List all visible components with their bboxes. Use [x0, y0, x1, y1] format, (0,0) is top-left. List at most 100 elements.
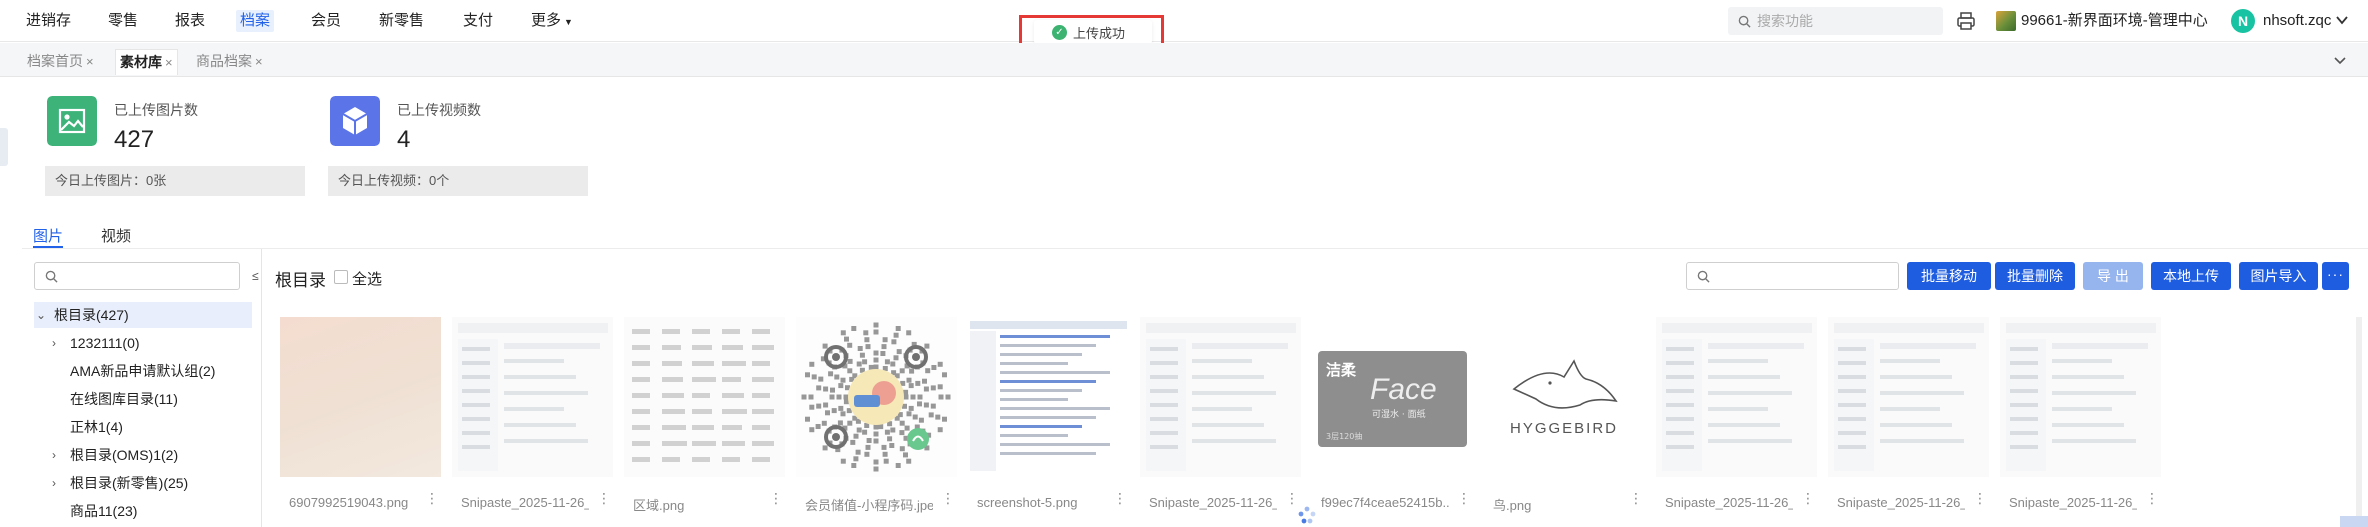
- stat-value: 427: [114, 126, 155, 153]
- select-all-checkbox[interactable]: [334, 270, 348, 284]
- tab-label: 档案首页: [27, 53, 83, 69]
- tree-item[interactable]: 商品11(23): [34, 498, 252, 524]
- chevron-down-icon[interactable]: [2333, 55, 2347, 67]
- chevron-down-icon[interactable]: [2335, 13, 2349, 27]
- tree-item[interactable]: AMA新品申请默认组(2): [34, 358, 252, 384]
- image-card[interactable]: 区域.png ⋮: [624, 317, 785, 527]
- tab-archive-home[interactable]: 档案首页 ×: [23, 49, 98, 75]
- grid-scrollbar[interactable]: [2356, 317, 2362, 527]
- image-thumbnail[interactable]: [796, 317, 957, 477]
- image-thumbnail[interactable]: [452, 317, 613, 477]
- image-thumbnail[interactable]: [1656, 317, 1817, 477]
- tree-item[interactable]: › 根目录(新零售)(25): [34, 470, 252, 496]
- tab-images[interactable]: 图片: [33, 225, 63, 246]
- image-thumbnail[interactable]: [280, 317, 441, 477]
- side-drawer-handle[interactable]: [0, 128, 8, 166]
- chevron-right-icon[interactable]: ›: [52, 330, 56, 356]
- nav-item-retail[interactable]: 零售: [104, 10, 142, 32]
- more-vertical-icon[interactable]: ⋮: [1973, 491, 1987, 505]
- local-upload-button[interactable]: 本地上传: [2151, 262, 2231, 290]
- image-filename: Snipaste_2025-11-26_...: [461, 495, 589, 510]
- more-vertical-icon[interactable]: ⋮: [2145, 491, 2159, 505]
- loading-spinner-icon: [1298, 506, 1316, 524]
- tree-item[interactable]: 在线图库目录(11): [34, 386, 252, 412]
- close-icon[interactable]: ×: [86, 54, 94, 69]
- nav-more-label: 更多: [531, 12, 562, 29]
- stat-today: 今日上传视频：0个: [328, 166, 588, 196]
- image-card[interactable]: 6907992519043.png ⋮: [280, 317, 441, 527]
- image-card[interactable]: 会员储值-小程序码.jpeg ⋮: [796, 317, 957, 527]
- batch-delete-button[interactable]: 批量删除: [1995, 262, 2075, 290]
- nav-item-archive[interactable]: 档案: [236, 10, 275, 32]
- close-icon[interactable]: ×: [165, 55, 173, 70]
- more-vertical-icon[interactable]: ⋮: [769, 491, 783, 505]
- avatar[interactable]: N: [2231, 9, 2255, 33]
- function-search-input[interactable]: 搜索功能: [1728, 7, 1943, 35]
- user-menu[interactable]: nhsoft.zqc: [2263, 11, 2331, 31]
- image-search-input[interactable]: [1686, 262, 1899, 290]
- chevron-right-icon[interactable]: ›: [52, 470, 56, 496]
- more-vertical-icon[interactable]: ⋮: [1801, 491, 1815, 505]
- image-card[interactable]: 洁柔 Face 可湿水 · 面纸 3层120抽 f99ec7f4ceae52415b..…: [1312, 317, 1473, 527]
- close-icon[interactable]: ×: [255, 54, 263, 69]
- image-import-button[interactable]: 图片导入: [2239, 262, 2318, 290]
- image-thumbnail[interactable]: [624, 317, 785, 477]
- collapse-panel-icon[interactable]: ≤: [252, 269, 259, 283]
- toast-message: 上传成功: [1073, 25, 1126, 41]
- image-card[interactable]: HYGGEBIRD 鸟.png ⋮: [1484, 317, 1645, 527]
- tree-item-label: AMA新品申请默认组(2): [70, 363, 216, 379]
- printer-icon[interactable]: [1956, 11, 1976, 31]
- nav-item-members[interactable]: 会员: [307, 10, 345, 32]
- image-card[interactable]: Snipaste_2025-11-26_... ⋮: [1140, 317, 1301, 527]
- more-vertical-icon[interactable]: ⋮: [425, 491, 439, 505]
- tab-product-archive[interactable]: 商品档案 ×: [192, 49, 267, 75]
- chevron-down-icon[interactable]: ⌄: [36, 302, 46, 328]
- qr-code-thumbnail: [796, 317, 957, 477]
- tab-videos[interactable]: 视频: [101, 225, 131, 246]
- tab-label: 商品档案: [196, 53, 252, 69]
- image-filename: 会员储值-小程序码.jpeg: [805, 498, 933, 513]
- nav-item-inventory[interactable]: 进销存: [22, 10, 75, 32]
- screenshot-thumbnail: [1140, 317, 1301, 477]
- screenshot-thumbnail: [452, 317, 613, 477]
- nav-item-new-retail[interactable]: 新零售: [375, 10, 428, 32]
- more-vertical-icon[interactable]: ⋮: [941, 491, 955, 505]
- screenshot-thumbnail: [1828, 317, 1989, 477]
- tree-item[interactable]: › 根目录(OMS)1(2): [34, 442, 252, 468]
- image-card[interactable]: Snipaste_2025-11-26_... ⋮: [452, 317, 613, 527]
- tree-item[interactable]: › 1232111(0): [34, 330, 252, 356]
- more-vertical-icon[interactable]: ⋮: [1457, 491, 1471, 505]
- nav-item-reports[interactable]: 报表: [171, 10, 209, 32]
- tree-item-label: 正林1(4): [70, 419, 123, 435]
- nav-item-payment[interactable]: 支付: [459, 10, 497, 32]
- tree-item[interactable]: ⌄ 根目录(427): [34, 302, 252, 328]
- store-switcher[interactable]: 99661-新界面环境-管理中心: [2021, 11, 2208, 31]
- image-thumbnail[interactable]: [1828, 317, 1989, 477]
- more-actions-button[interactable]: ···: [2322, 262, 2349, 290]
- image-thumbnail[interactable]: [1140, 317, 1301, 477]
- image-card[interactable]: Snipaste_2025-11-26_... ⋮: [2000, 317, 2161, 527]
- image-card[interactable]: Snipaste_2025-11-26_... ⋮: [1828, 317, 1989, 527]
- export-button[interactable]: 导 出: [2083, 262, 2143, 290]
- more-vertical-icon[interactable]: ⋮: [1629, 491, 1643, 505]
- tree-item[interactable]: 正林1(4): [34, 414, 252, 440]
- cube-icon: [330, 96, 380, 146]
- folder-search-input[interactable]: [34, 262, 240, 290]
- select-all-label[interactable]: 全选: [352, 268, 382, 289]
- image-thumbnail[interactable]: [968, 317, 1129, 477]
- more-vertical-icon[interactable]: ⋮: [597, 491, 611, 505]
- tab-material-library[interactable]: 素材库 ×: [115, 49, 178, 75]
- chevron-right-icon[interactable]: ›: [52, 442, 56, 468]
- image-thumbnail[interactable]: HYGGEBIRD: [1484, 317, 1645, 477]
- bird-logo-thumbnail: HYGGEBIRD: [1484, 317, 1645, 477]
- text-thumbnail: [624, 317, 785, 477]
- image-thumbnail[interactable]: [2000, 317, 2161, 477]
- image-card[interactable]: Snipaste_2025-11-26_... ⋮: [1656, 317, 1817, 527]
- tree-item-label: 在线图库目录(11): [70, 391, 178, 407]
- nav-item-more[interactable]: 更多 ▼: [527, 10, 577, 32]
- batch-move-button[interactable]: 批量移动: [1907, 262, 1991, 290]
- more-vertical-icon[interactable]: ⋮: [1285, 491, 1299, 505]
- image-thumbnail[interactable]: 洁柔 Face 可湿水 · 面纸 3层120抽: [1312, 317, 1473, 477]
- more-vertical-icon[interactable]: ⋮: [1113, 491, 1127, 505]
- image-card[interactable]: screenshot-5.png ⋮: [968, 317, 1129, 527]
